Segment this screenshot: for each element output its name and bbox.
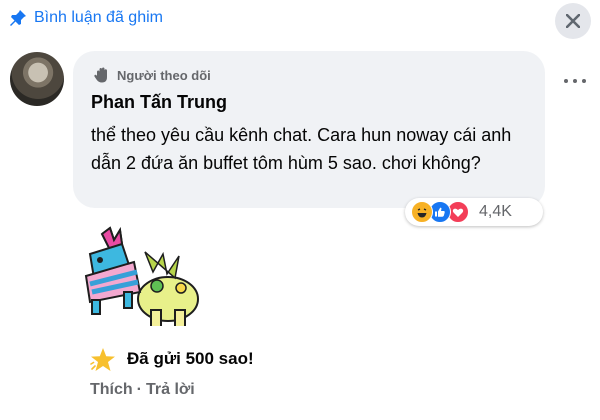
reply-link[interactable]: Trả lời [146,381,195,399]
more-options-button[interactable] [562,68,588,94]
comment-author[interactable]: Phan Tấn Trung [91,92,227,113]
like-link[interactable]: Thích [90,381,133,399]
star-icon [90,348,115,371]
dot [564,79,568,83]
follower-badge: Người theo dõi [117,68,211,83]
pinned-comment-label: Bình luận đã ghim [34,9,163,26]
reaction-count: 4,4K [479,203,512,220]
wave-hand-icon [94,67,107,83]
dot [582,79,586,83]
action-separator: · [136,381,142,398]
avatar[interactable] [10,52,64,106]
reactions-summary[interactable]: 4,4K [405,198,543,226]
pinned-header: Bình luận đã ghim [0,0,600,39]
comment-text: thể theo yêu cầu kênh chat. Cara hun now… [91,125,512,173]
comment-actions: Thích · Trả lời [90,381,195,399]
haha-reaction-icon [411,201,433,223]
dot [573,79,577,83]
close-button[interactable] [555,3,591,39]
stars-sent-text: Đã gửi 500 sao! [127,349,254,368]
pin-icon [10,10,26,26]
pinata-sticker [84,226,199,326]
close-icon [566,14,580,28]
